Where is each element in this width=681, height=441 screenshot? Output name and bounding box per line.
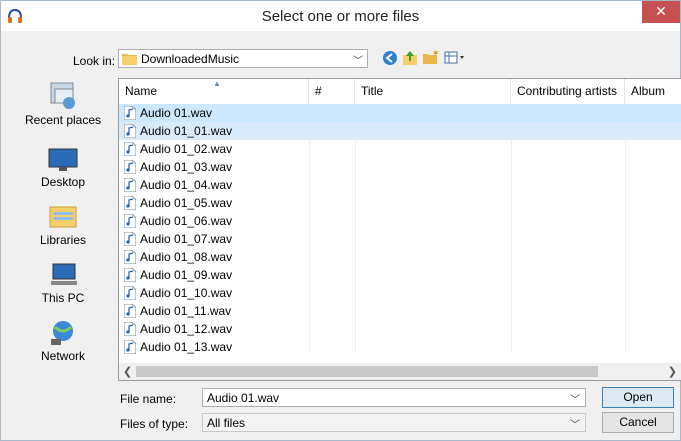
audio-file-icon [123,231,137,247]
place-network[interactable]: Network [17,317,109,363]
file-row[interactable]: Audio 01_09.wav [119,266,681,284]
file-row[interactable]: Audio 01_03.wav [119,158,681,176]
chevron-down-icon: ﹀ [353,56,363,67]
file-name-text: Audio 01_08.wav [140,250,233,264]
audio-file-icon [123,141,137,157]
column-header-album[interactable]: Album [625,79,681,103]
svg-text:✶: ✶ [432,49,440,58]
place-label: Recent places [24,113,102,127]
place-label: This PC [41,291,85,305]
audio-file-icon [123,213,137,229]
audio-file-icon [123,267,137,283]
audio-file-icon [123,303,137,319]
horizontal-scrollbar[interactable]: ❮ ❯ [119,363,681,380]
file-name-text: Audio 01_11.wav [140,304,232,318]
look-in-label: Look in: [73,54,116,68]
title-bar: Select one or more files ✕ [1,1,680,31]
look-in-dropdown[interactable]: DownloadedMusic ﹀ [118,49,368,68]
file-dialog: Select one or more files ✕ Look in: Down… [0,0,681,441]
network-icon [51,321,73,345]
recent-places-icon [50,82,75,109]
file-row[interactable]: Audio 01_06.wav [119,212,681,230]
audio-file-icon [123,321,137,337]
file-row[interactable]: Audio 01_04.wav [119,176,681,194]
file-row[interactable]: Audio 01_01.wav [119,122,681,140]
libraries-icon [49,206,77,228]
scroll-right-icon[interactable]: ❯ [668,365,677,378]
sort-ascending-icon: ▲ [213,79,221,88]
file-name-label: File name: [120,392,177,406]
column-header-number[interactable]: # [309,79,355,103]
file-name-text: Audio 01_03.wav [140,160,233,174]
file-name-field[interactable]: Audio 01.wav ﹀ [202,388,586,407]
audio-file-icon [123,177,137,193]
close-button[interactable]: ✕ [642,1,680,23]
file-row[interactable]: Audio 01_10.wav [119,284,681,302]
file-row[interactable]: Audio 01_13.wav [119,338,681,356]
file-row[interactable]: Audio 01_07.wav [119,230,681,248]
file-type-label: Files of type: [120,417,189,431]
file-name-text: Audio 01_12.wav [140,322,233,336]
up-folder-icon[interactable] [401,49,419,67]
look-in-value: DownloadedMusic [141,52,240,66]
file-name-text: Audio 01_13.wav [140,340,233,354]
back-icon[interactable] [381,49,399,67]
file-list[interactable]: Name ▲ # Title Contributing artists Albu… [118,78,681,381]
open-button[interactable]: Open [602,387,674,408]
file-type-dropdown[interactable]: All files ﹀ [202,413,586,432]
new-folder-icon[interactable]: ✶ [422,48,440,67]
file-name-text: Audio 01_09.wav [140,268,233,282]
audio-file-icon [123,339,137,355]
file-row[interactable]: Audio 01_08.wav [119,248,681,266]
audio-file-icon [123,105,137,121]
place-this-pc[interactable]: This PC [17,261,109,305]
file-name-text: Audio 01_01.wav [140,124,233,138]
chevron-down-icon: ﹀ [570,420,580,431]
place-libraries[interactable]: Libraries [17,203,109,247]
file-name-text: Audio 01_10.wav [140,286,233,300]
folder-icon [122,52,137,65]
file-row[interactable]: Audio 01_11.wav [119,302,681,320]
audio-file-icon [123,195,137,211]
place-label: Libraries [39,233,87,247]
file-name-value: Audio 01.wav [207,391,280,405]
file-row[interactable]: Audio 01_05.wav [119,194,681,212]
file-row[interactable]: Audio 01_12.wav [119,320,681,338]
dialog-title: Select one or more files [261,8,420,25]
this-pc-icon [51,263,77,285]
file-name-text: Audio 01_04.wav [140,178,233,192]
audio-file-icon [123,123,137,139]
scroll-left-icon[interactable]: ❮ [123,365,132,378]
file-type-value: All files [207,416,246,430]
places-bar: Recent places Desktop Libraries This PC … [17,73,109,379]
place-label: Network [40,349,85,363]
view-menu-icon[interactable] [443,49,469,67]
cancel-button[interactable]: Cancel [602,412,674,433]
file-name-text: Audio 01_02.wav [140,142,233,156]
file-name-text: Audio 01_07.wav [140,232,233,246]
scroll-thumb[interactable] [136,366,598,377]
chevron-down-icon[interactable]: ﹀ [570,391,580,406]
desktop-icon [48,148,78,171]
audio-file-icon [123,285,137,301]
place-desktop[interactable]: Desktop [17,147,109,189]
file-name-text: Audio 01.wav [140,106,213,120]
file-row[interactable]: Audio 01.wav [119,104,681,122]
file-row[interactable]: Audio 01_02.wav [119,140,681,158]
place-label: Desktop [40,175,86,189]
column-header-contributing-artists[interactable]: Contributing artists [511,79,625,103]
place-recent-places[interactable]: Recent places [17,81,109,127]
column-header-title[interactable]: Title [355,79,511,103]
audio-file-icon [123,249,137,265]
audio-file-icon [123,159,137,175]
file-name-text: Audio 01_05.wav [140,196,233,210]
file-name-text: Audio 01_06.wav [140,214,233,228]
